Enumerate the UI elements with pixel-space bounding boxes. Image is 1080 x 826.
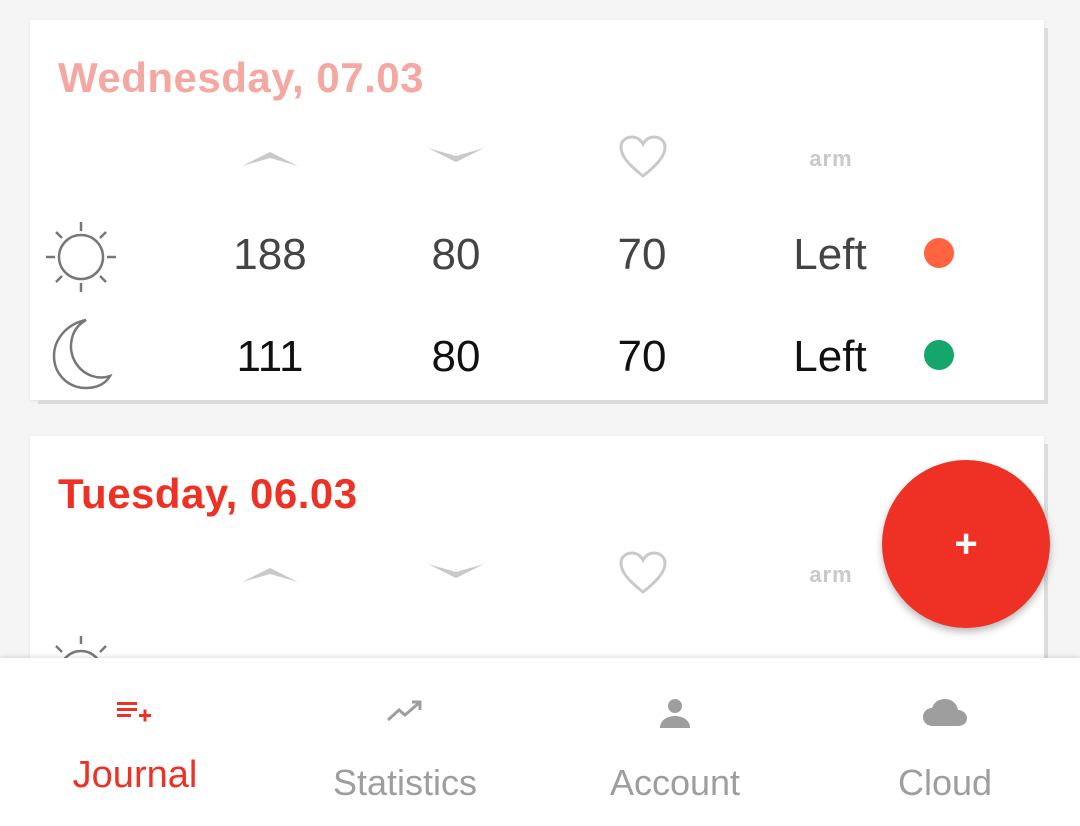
cloud-icon (923, 699, 967, 726)
pulse-value: 70 (617, 230, 667, 279)
status-dot-green (924, 340, 954, 370)
entry-date: Tuesday, 06.03 (58, 470, 358, 517)
chevron-up-icon (242, 152, 298, 166)
nav-label-statistics: Statistics (332, 762, 478, 803)
arm-header-label: arm (809, 562, 853, 587)
nav-item-cloud[interactable]: Cloud (810, 658, 1080, 826)
nav-item-statistics[interactable]: Statistics (270, 658, 540, 826)
playlist-add-icon (117, 702, 151, 722)
diastolic-value: 80 (431, 332, 481, 381)
systolic-value: 188 (233, 230, 307, 279)
systolic-value: 111 (236, 332, 304, 381)
moon-icon (52, 318, 113, 390)
status-dot-red (924, 238, 954, 268)
arm-value: Left (793, 230, 867, 279)
pulse-value: 70 (617, 332, 667, 381)
nav-label-cloud: Cloud (897, 762, 993, 803)
arm-value: Left (793, 332, 867, 381)
heart-icon (619, 551, 667, 594)
entry-date: Wednesday, 07.03 (58, 54, 424, 101)
nav-item-journal[interactable]: Journal (0, 658, 270, 826)
bottom-navigation: Journal Statistics Account Cloud (0, 658, 1080, 826)
person-icon (660, 699, 690, 728)
plus-icon: + (954, 521, 978, 566)
diastolic-value: 80 (431, 230, 481, 279)
nav-item-account[interactable]: Account (540, 658, 810, 826)
chevron-down-icon (428, 148, 484, 162)
chevron-up-icon (242, 568, 298, 582)
chevron-down-icon (428, 564, 484, 578)
sun-icon (46, 222, 116, 292)
trending-up-icon (386, 700, 422, 722)
nav-label-journal: Journal (72, 754, 198, 796)
arm-header-label: arm (809, 146, 853, 171)
journal-entry-card[interactable]: Wednesday, 07.03 arm 188 80 70 Left 111 … (30, 20, 1044, 400)
heart-icon (619, 135, 667, 178)
add-entry-button[interactable]: + (882, 460, 1050, 628)
nav-label-account: Account (609, 762, 741, 803)
